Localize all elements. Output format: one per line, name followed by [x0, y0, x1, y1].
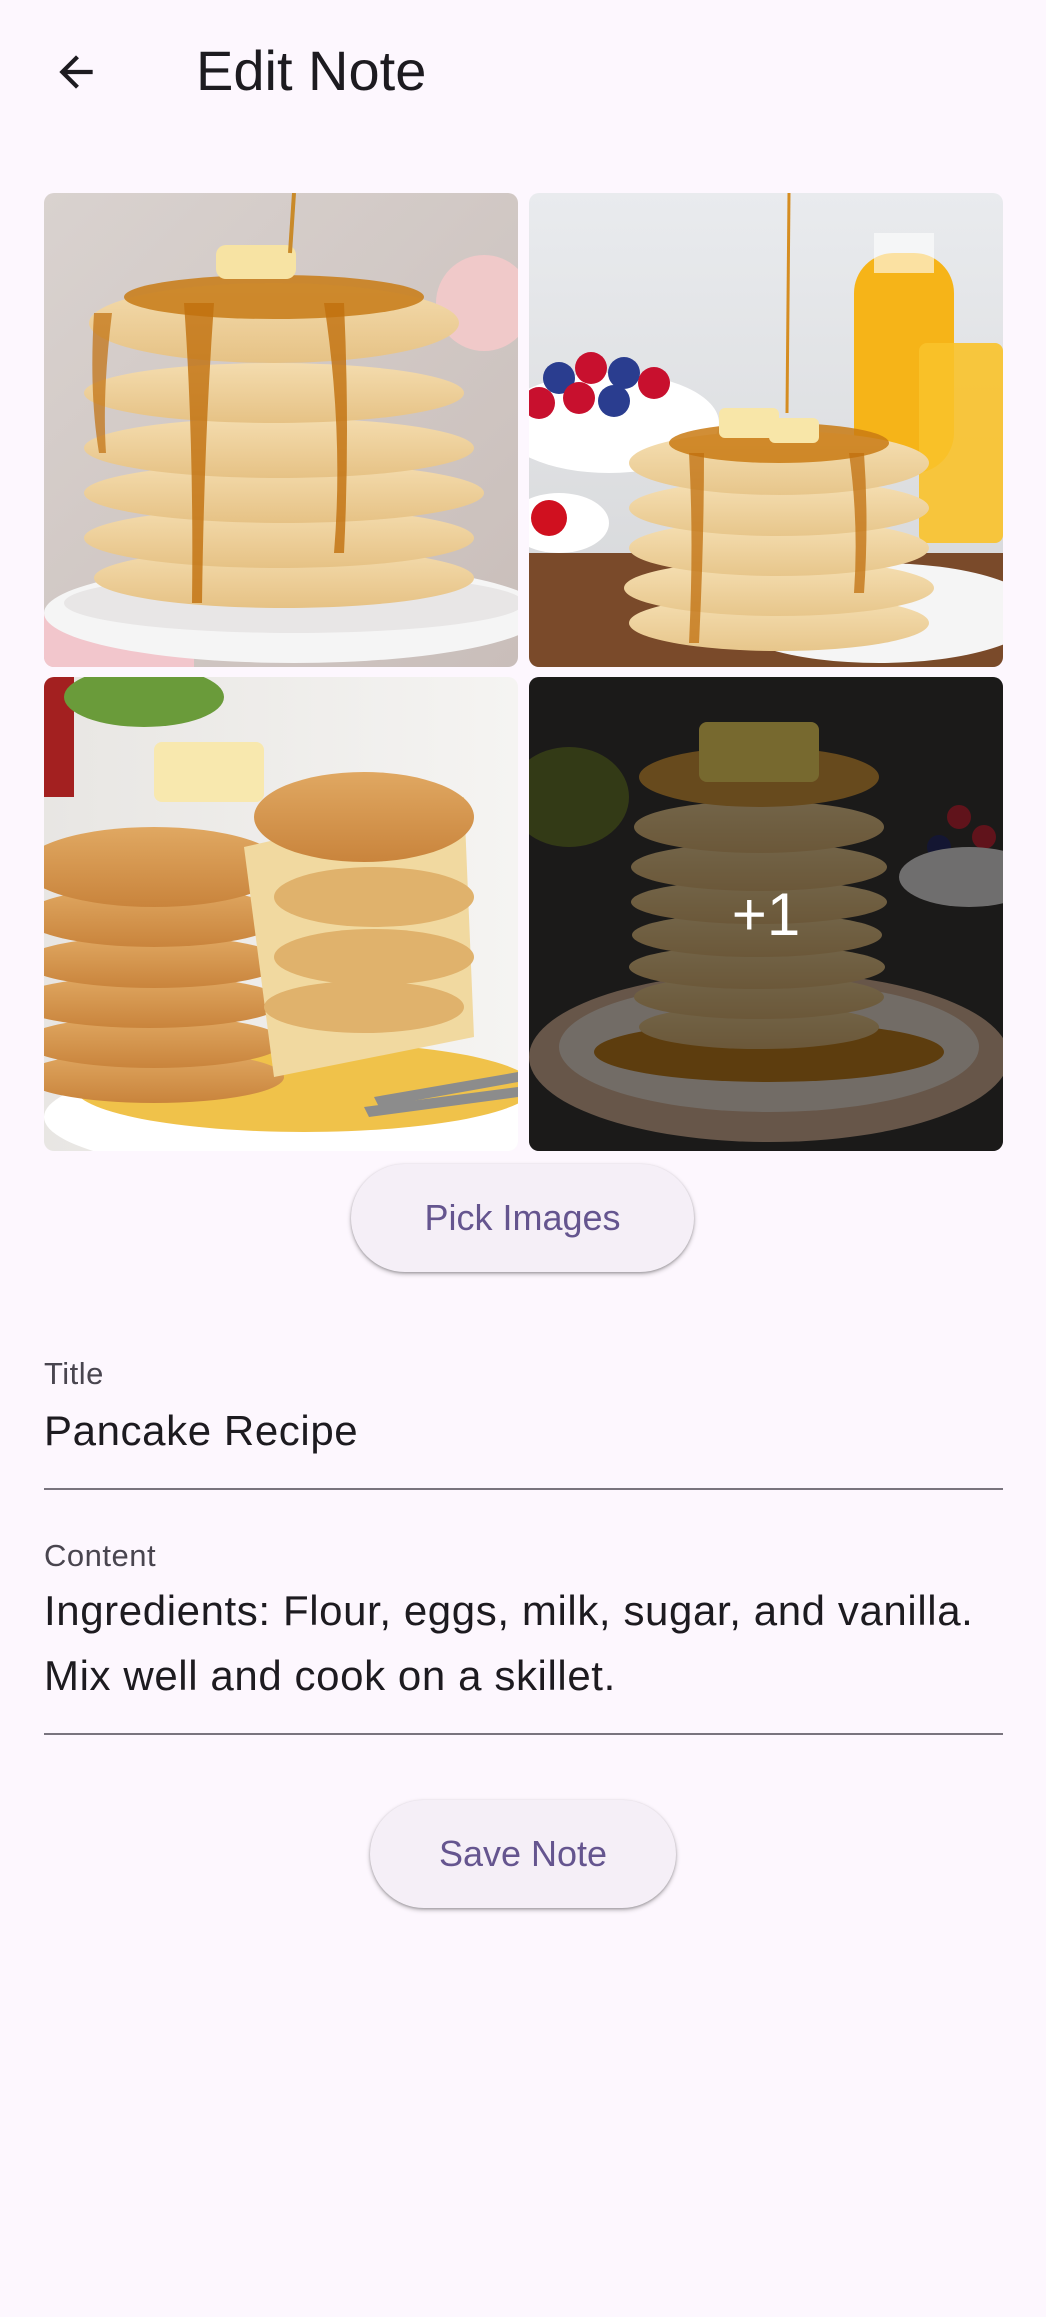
more-images-overlay: +1 [529, 677, 1003, 1151]
image-thumbnail-more[interactable]: +1 [529, 677, 1003, 1151]
pancake-image [44, 677, 518, 1151]
app-bar: Edit Note [0, 0, 1046, 140]
edit-note-screen: Edit Note +1 Pick Images Title Pancake R… [0, 0, 1046, 2317]
title-input[interactable]: Pancake Recipe [44, 1398, 984, 1463]
content-field[interactable]: Content Ingredients: Flour, eggs, milk, … [44, 1534, 1003, 1735]
content-input[interactable]: Ingredients: Flour, eggs, milk, sugar, a… [44, 1578, 984, 1708]
arrow-back-icon [59, 55, 93, 89]
pancake-image [44, 193, 518, 667]
image-grid: +1 [44, 193, 1003, 1151]
image-thumbnail-2[interactable] [529, 193, 1003, 667]
more-images-count: +1 [731, 880, 801, 948]
save-note-button[interactable]: Save Note [370, 1800, 676, 1908]
pancake-image [529, 193, 1003, 667]
content-label: Content [44, 1538, 157, 1573]
image-thumbnail-1[interactable] [44, 193, 518, 667]
back-button[interactable] [36, 32, 116, 112]
title-field[interactable]: Title Pancake Recipe [44, 1352, 1003, 1490]
title-label: Title [44, 1356, 104, 1391]
pick-images-button[interactable]: Pick Images [351, 1164, 694, 1272]
page-title: Edit Note [196, 39, 427, 102]
image-thumbnail-3[interactable] [44, 677, 518, 1151]
